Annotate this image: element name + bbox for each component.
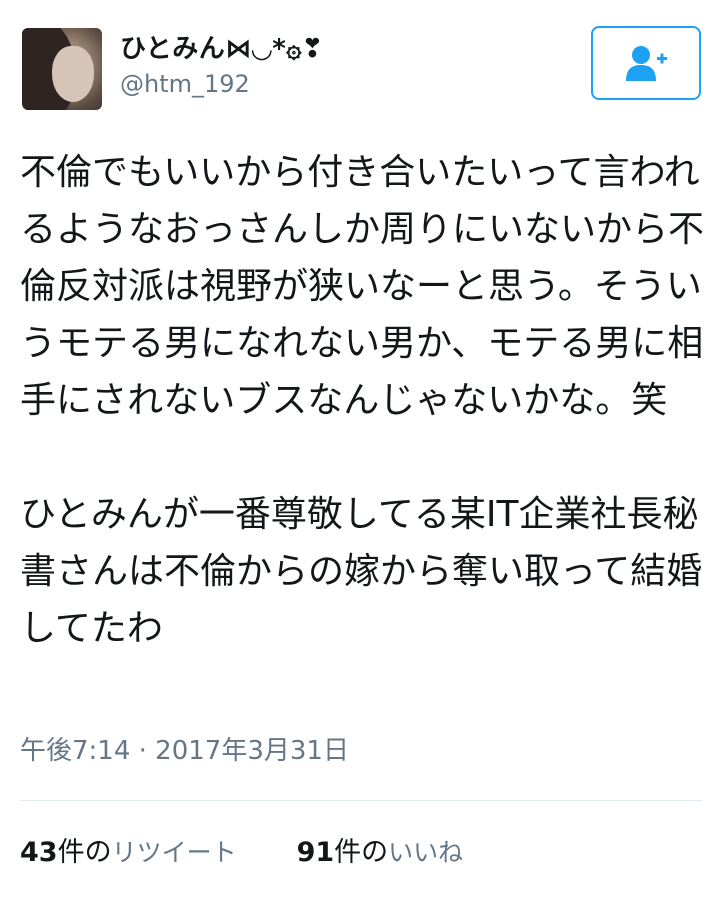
tweet-text: 不倫でもいいから付き合いたいって言われるようなおっさんしか周りにいないから不倫反…	[20, 152, 705, 649]
retweet-label: リツイート	[111, 838, 237, 867]
like-label: いいね	[388, 838, 464, 867]
like-count-number: 91	[296, 837, 335, 868]
divider	[20, 800, 702, 801]
follow-button[interactable]	[591, 26, 701, 100]
like-count[interactable]: 91 件の いいね	[297, 830, 464, 869]
retweet-count-unit: 件の	[57, 837, 112, 868]
avatar[interactable]	[22, 28, 102, 110]
retweet-count-number: 43	[20, 837, 58, 868]
tweet-timestamp[interactable]: 午後7:14 · 2017年3月31日	[20, 730, 349, 767]
tweet-stats: 43 件の リツイート 91 件の いいね	[20, 830, 523, 874]
retweet-count[interactable]: 43 件の リツイート	[20, 830, 237, 869]
user-handle[interactable]: @htm_192	[120, 70, 250, 98]
avatar-face	[52, 46, 94, 102]
display-name[interactable]: ひとみん⋈◡*۞❣	[120, 28, 323, 65]
add-user-icon	[626, 46, 667, 81]
like-count-unit: 件の	[334, 837, 389, 868]
tweet-header: ひとみん⋈◡*۞❣ @htm_192	[0, 0, 720, 128]
